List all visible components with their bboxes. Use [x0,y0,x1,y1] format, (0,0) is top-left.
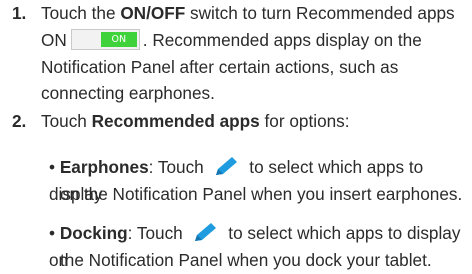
docking-term: Docking [59,223,128,243]
docking-text-pre: : Touch [127,223,188,243]
recommended-apps-label: Recommended apps [91,111,260,131]
step-1-line-2-pre: ON [41,30,67,50]
step-1-number: 1. [12,3,27,23]
bullet-docking-continuation: the Notification Panel when you dock you… [60,250,432,270]
bullet-earphones-continuation: on the Notification Panel when you inser… [60,184,463,204]
pencil-icon [215,157,237,175]
step-1-line-1: Touch the ON/OFF switch to turn Recommen… [41,0,471,27]
step-1-line-4: connecting earphones. [41,83,215,103]
step-1-line-1-pre: Touch the [41,3,121,23]
step-1-line-3: Notification Panel after certain actions… [41,57,399,77]
step-2-line-1-pre: Touch [41,111,92,131]
bullet-marker: • [49,157,56,177]
bullet-marker: • [49,223,56,243]
earphones-text-pre: : Touch [148,157,209,177]
step-1-line-2: ON ON . Recommended apps display on the [41,27,471,54]
step-1-line-2-post: . Recommended apps display on the [142,30,422,50]
onoff-switch-label: ON/OFF [120,3,186,23]
pencil-icon [194,223,216,241]
step-1-line-1-post: switch to turn Recommended apps [185,3,455,23]
step-2-line-1-post: for options: [259,111,350,131]
on-toggle-icon: ON [70,29,140,50]
step-2-number: 2. [12,111,27,131]
toggle-on-label: ON [100,32,137,47]
earphones-term: Earphones [59,157,149,177]
step-2-line-1: Touch Recommended apps for options: [41,108,471,135]
